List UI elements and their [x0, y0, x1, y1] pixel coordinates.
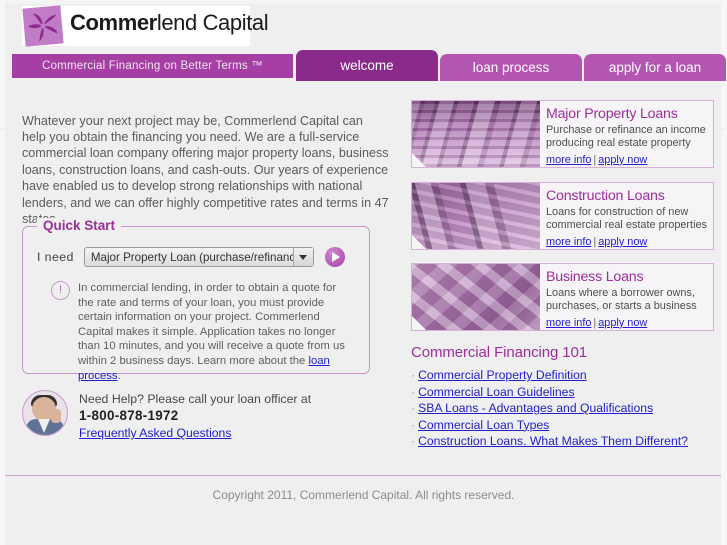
loan-officer-avatar — [22, 390, 68, 436]
promo-card-title: Construction Loans — [546, 188, 665, 204]
footer-divider — [5, 475, 721, 476]
financing-101-title: Commercial Financing 101 — [411, 344, 588, 361]
promo-card-body: Major Property Loans Purchase or refinan… — [546, 106, 712, 166]
main-navigation: welcome loan process apply for a loan — [0, 48, 727, 130]
more-info-link[interactable]: more info — [546, 236, 591, 248]
pinwheel-logo-icon — [22, 5, 64, 47]
promo-card-description: Loans where a borrower owns, purchases, … — [546, 287, 697, 313]
list-item: · Construction Loans. What Makes Them Dif… — [411, 433, 716, 450]
list-item: · Commercial Loan Guidelines — [411, 384, 716, 401]
quick-start-note-text: In commercial lending, in order to obtai… — [78, 282, 345, 367]
logo[interactable]: Commerlend Capital — [22, 5, 269, 47]
financing-101-link-4[interactable]: Construction Loans. What Makes Them Diff… — [418, 434, 688, 448]
page-edge-right — [721, 0, 727, 545]
apartment-building-photo — [412, 101, 540, 167]
promo-card-links: more info | apply now — [546, 317, 712, 329]
promo-card-links: more info | apply now — [546, 154, 712, 166]
quick-start-legend: Quick Start — [37, 218, 122, 233]
loan-type-select-value: Major Property Loan (purchase/refinance) — [90, 250, 306, 264]
promo-card-body: Business Loans Loans where a borrower ow… — [546, 269, 712, 329]
quick-start-row: I need Major Property Loan (purchase/ref… — [37, 247, 345, 267]
site-header: Commerlend Capital — [0, 0, 727, 48]
tab-welcome[interactable]: welcome — [296, 50, 438, 81]
quick-start-panel: Quick Start I need Major Property Loan (… — [22, 218, 370, 382]
list-item: · SBA Loans - Advantages and Qualificatio… — [411, 400, 716, 417]
need-help-block: Need Help? Please call your loan officer… — [22, 390, 354, 440]
exclamation-circle-icon: ! — [51, 281, 70, 300]
construction-site-photo — [412, 183, 540, 249]
list-item: · Commercial Loan Types — [411, 417, 716, 434]
need-help-line: Need Help? Please call your loan officer… — [79, 392, 312, 406]
promo-card-description: Purchase or refinance an income producin… — [546, 124, 706, 150]
financing-101-list: · Commercial Property Definition · Commerc… — [411, 367, 716, 450]
financing-101-link-2[interactable]: SBA Loans - Advantages and Qualification… — [418, 401, 653, 415]
logo-word-light: lend Capital — [156, 10, 269, 35]
more-info-link[interactable]: more info — [546, 154, 591, 166]
faq-link-wrap: Frequently Asked Questions — [79, 426, 354, 440]
quick-start-note: In commercial lending, in order to obtai… — [78, 281, 352, 383]
faq-link[interactable]: Frequently Asked Questions — [79, 426, 231, 440]
financing-101-link-0[interactable]: Commercial Property Definition — [418, 368, 587, 382]
promo-card-business-loans[interactable]: Business Loans Loans where a borrower ow… — [411, 263, 714, 331]
help-phone-number: 1-800-878-1972 — [79, 408, 179, 423]
logo-wordmark: Commerlend Capital — [70, 10, 269, 36]
tab-apply-for-a-loan[interactable]: apply for a loan — [584, 54, 726, 81]
page-edge-left — [0, 0, 5, 545]
eyeglasses-desk-photo — [412, 264, 540, 330]
tab-welcome-label: welcome — [340, 58, 394, 73]
play-arrow-icon — [332, 252, 341, 262]
tab-loan-process[interactable]: loan process — [440, 54, 582, 81]
quick-start-field-label: I need — [37, 250, 74, 264]
apply-now-link[interactable]: apply now — [598, 317, 647, 329]
intro-paragraph: Whatever your next project may be, Comme… — [22, 113, 389, 226]
more-info-link[interactable]: more info — [546, 317, 591, 329]
bullet-icon: · — [411, 368, 416, 382]
page-root: Commerlend Capital Commercial Financing … — [0, 0, 727, 545]
footer-copyright: Copyright 2011, Commerlend Capital. All … — [212, 488, 515, 502]
promo-card-description: Loans for construction of new commercial… — [546, 206, 708, 232]
apply-now-link[interactable]: apply now — [598, 236, 647, 248]
promo-card-links: more info | apply now — [546, 236, 712, 248]
apply-now-link[interactable]: apply now — [598, 154, 647, 166]
promo-card-construction-loans[interactable]: Construction Loans Loans for constructio… — [411, 182, 714, 250]
tab-loan-process-label: loan process — [472, 60, 550, 75]
bullet-icon: · — [411, 417, 416, 432]
bullet-icon: · — [411, 434, 416, 449]
tab-apply-for-a-loan-label: apply for a loan — [608, 60, 702, 75]
financing-101-link-1[interactable]: Commercial Loan Guidelines — [418, 385, 574, 399]
bullet-icon: · — [411, 401, 416, 416]
quick-start-go-button[interactable] — [324, 247, 345, 267]
bullet-icon: · — [411, 384, 416, 399]
chevron-down-icon[interactable] — [292, 248, 313, 266]
list-item: · Commercial Property Definition — [411, 367, 716, 384]
promo-card-body: Construction Loans Loans for constructio… — [546, 188, 712, 248]
logo-word-bold: Commer — [70, 10, 157, 35]
quick-start-note-period: . — [117, 369, 121, 382]
promo-card-title: Major Property Loans — [546, 106, 678, 122]
financing-101-link-3[interactable]: Commercial Loan Types — [418, 418, 549, 432]
loan-type-select[interactable]: Major Property Loan (purchase/refinance) — [83, 247, 314, 267]
need-help-text: Need Help? Please call your loan officer… — [79, 392, 354, 440]
promo-card-major-property-loans[interactable]: Major Property Loans Purchase or refinan… — [411, 100, 714, 168]
financing-101-section: Commercial Financing 101 · Commercial Pro… — [411, 344, 716, 450]
promo-card-title: Business Loans — [546, 269, 644, 285]
